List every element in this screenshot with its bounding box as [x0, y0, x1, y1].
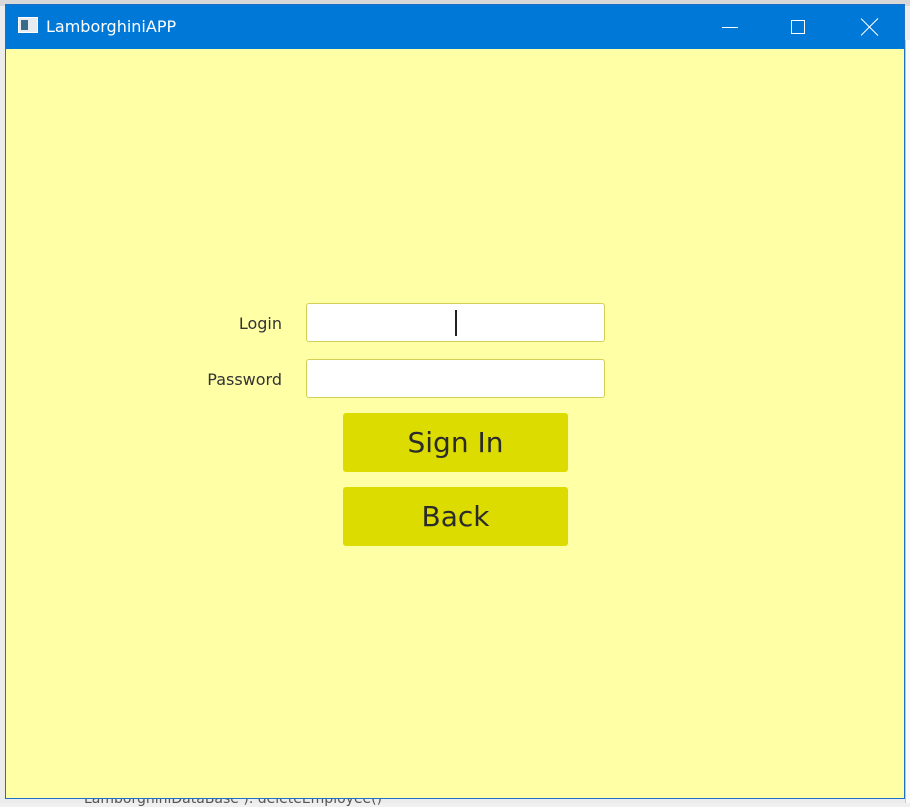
maximize-icon [791, 20, 805, 34]
app-window: LamborghiniAPP Login Password Sign In Ba… [5, 4, 905, 799]
minimize-button[interactable] [696, 5, 764, 49]
close-button[interactable] [836, 5, 904, 49]
title-bar[interactable]: LamborghiniAPP [6, 5, 904, 49]
window-title: LamborghiniAPP [46, 17, 177, 36]
sign-in-button[interactable]: Sign In [343, 413, 568, 472]
java-app-icon [18, 17, 38, 33]
maximize-button[interactable] [764, 5, 832, 49]
background-right-strip [905, 40, 910, 803]
close-icon [861, 18, 879, 36]
password-label: Password [207, 370, 282, 389]
login-label: Login [238, 314, 282, 333]
minimize-icon [722, 26, 738, 28]
text-caret [455, 310, 457, 336]
password-input[interactable] [306, 359, 605, 398]
back-button[interactable]: Back [343, 487, 568, 546]
